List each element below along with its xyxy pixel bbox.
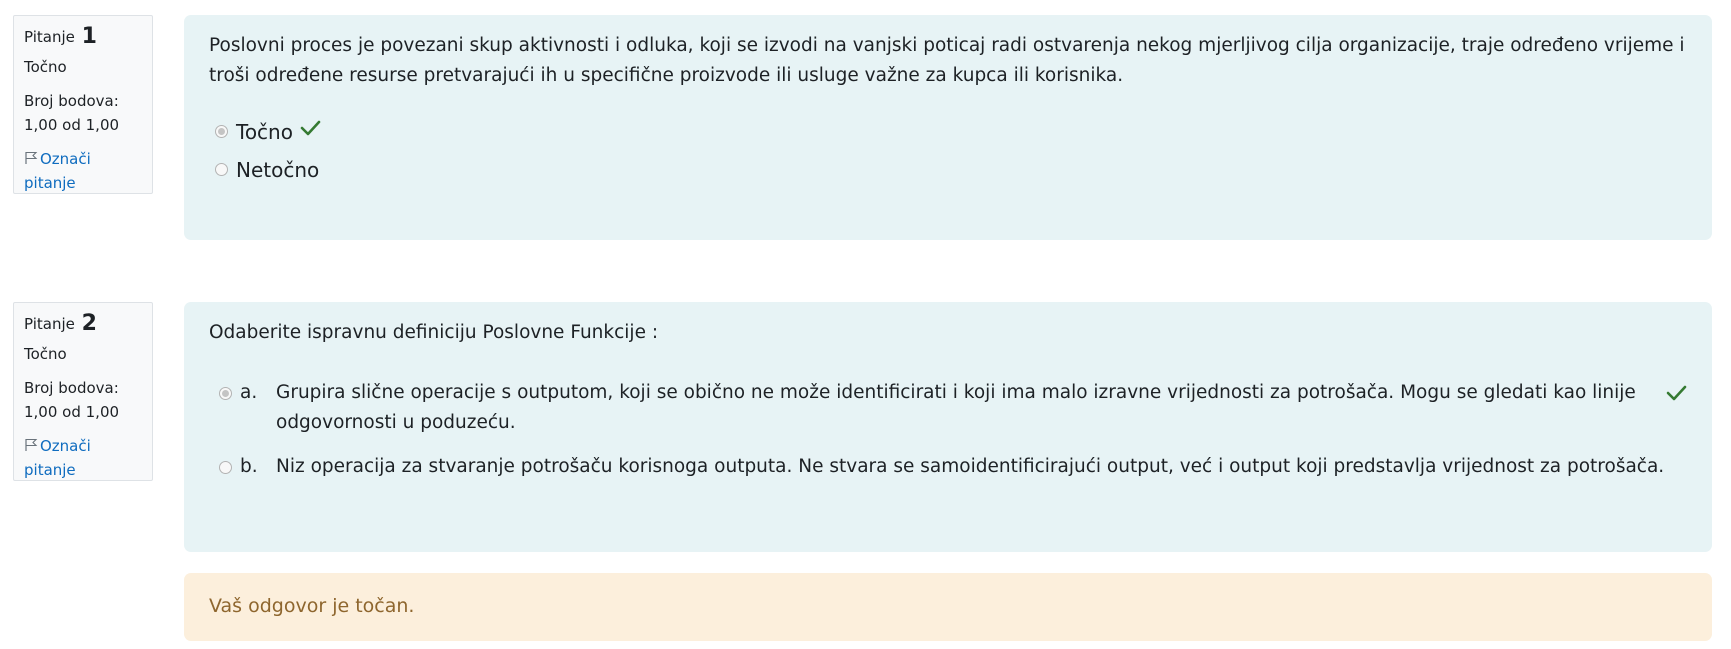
- radio-b[interactable]: [219, 461, 232, 474]
- feedback-text: Vaš odgovor je točan.: [209, 595, 415, 617]
- answer-options: Točno Netočno: [209, 117, 1687, 193]
- flag-icon: [25, 438, 38, 451]
- question-number: 2: [81, 311, 97, 336]
- flag-question-link[interactable]: Označi pitanje: [24, 434, 142, 482]
- radio-false[interactable]: [215, 163, 228, 176]
- flag-label-2[interactable]: pitanje: [24, 461, 76, 479]
- flag-label-2[interactable]: pitanje: [24, 174, 76, 192]
- question-info-2: Pitanje 2 Točno Broj bodova: 1,00 od 1,0…: [13, 302, 153, 481]
- question-state: Točno: [24, 345, 67, 363]
- question-content-2: Odaberite ispravnu definiciju Poslovne F…: [184, 302, 1712, 552]
- flag-question-link[interactable]: Označi pitanje: [24, 147, 142, 195]
- flag-label-1[interactable]: Označi: [40, 437, 91, 455]
- flag-label-1[interactable]: Označi: [40, 150, 91, 168]
- answer-options: a. Grupira slične operacije s outputom, …: [209, 378, 1687, 482]
- flag-icon: [25, 151, 38, 164]
- radio-true[interactable]: [215, 125, 228, 138]
- option-text: Grupira slične operacije s outputom, koj…: [276, 382, 1636, 433]
- question-label: Pitanje: [24, 28, 75, 46]
- grade-label: Broj bodova:: [24, 379, 119, 397]
- question-content-1: Poslovni proces je povezani skup aktivno…: [184, 15, 1712, 240]
- check-icon: [1666, 385, 1687, 401]
- feedback-box: Vaš odgovor je točan.: [184, 573, 1712, 641]
- check-icon: [300, 120, 321, 136]
- question-label: Pitanje: [24, 315, 75, 333]
- option-label: Točno: [236, 120, 293, 144]
- option-letter: b.: [240, 456, 258, 477]
- option-label: Netočno: [236, 158, 320, 182]
- question-state: Točno: [24, 58, 67, 76]
- question-number: 1: [81, 24, 97, 49]
- question-info-1: Pitanje 1 Točno Broj bodova: 1,00 od 1,0…: [13, 15, 153, 194]
- option-text: Niz operacija za stvaranje potrošaču kor…: [276, 456, 1665, 477]
- question-number-row: Pitanje 2: [24, 311, 142, 336]
- radio-a[interactable]: [219, 387, 232, 400]
- grade-value: 1,00 od 1,00: [24, 116, 120, 134]
- question-text: Odaberite ispravnu definiciju Poslovne F…: [209, 322, 659, 343]
- option-b[interactable]: b. Niz operacija za stvaranje potrošaču …: [209, 452, 1687, 482]
- question-text: Poslovni proces je povezani skup aktivno…: [209, 35, 1685, 86]
- grade-label: Broj bodova:: [24, 92, 119, 110]
- option-a[interactable]: a. Grupira slične operacije s outputom, …: [209, 378, 1687, 438]
- grade-value: 1,00 od 1,00: [24, 403, 120, 421]
- option-letter: a.: [240, 382, 258, 403]
- option-false[interactable]: Netočno: [209, 155, 1687, 193]
- question-number-row: Pitanje 1: [24, 24, 142, 49]
- option-true[interactable]: Točno: [209, 117, 1687, 155]
